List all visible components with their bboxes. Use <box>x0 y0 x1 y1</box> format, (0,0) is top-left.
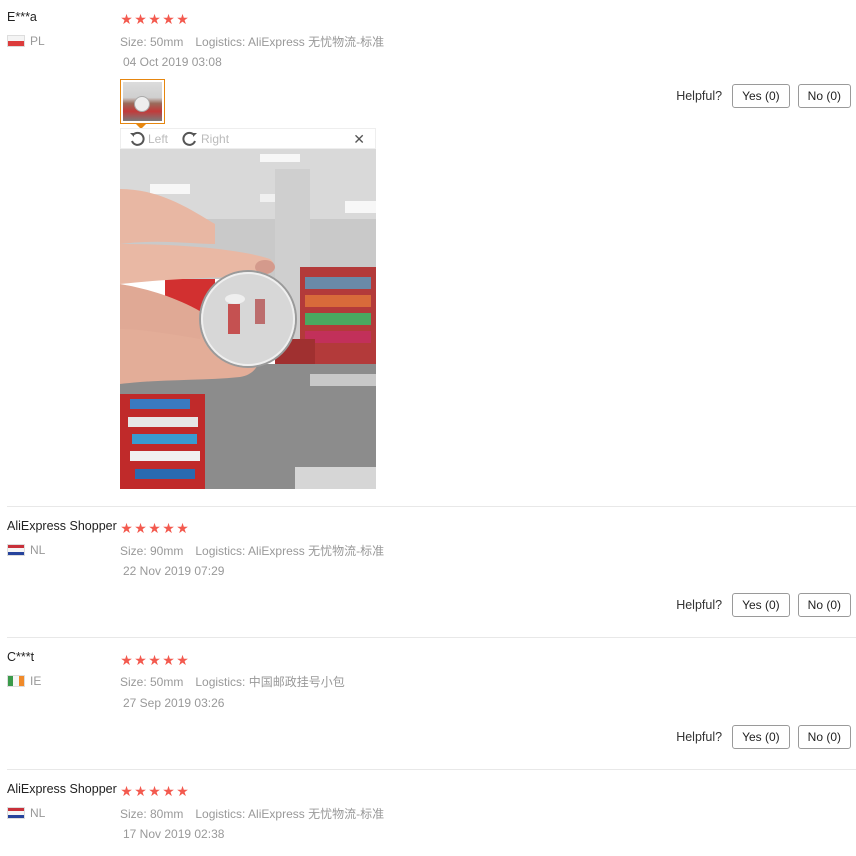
order-logistics: Logistics: AliExpress 无忧物流-标准 <box>195 35 385 49</box>
star-icon: ★ <box>148 520 161 536</box>
rotate-left-button[interactable]: Left <box>129 131 168 147</box>
star-icon: ★ <box>134 11 147 27</box>
star-icon: ★ <box>176 11 189 27</box>
helpful-label: Helpful? <box>676 89 723 103</box>
reviewer-country: IE <box>7 674 41 688</box>
review-photo-thumbnail[interactable] <box>120 79 165 124</box>
order-size: Size: 90mm <box>120 544 184 558</box>
helpful-yes-button[interactable]: Yes (0) <box>732 84 790 108</box>
reviewer-name: C***t <box>7 650 35 664</box>
flag-nl-icon <box>7 807 25 819</box>
reviewer-country: PL <box>7 34 45 48</box>
reviewer-name: AliExpress Shopper <box>7 519 117 533</box>
star-icon: ★ <box>148 783 161 799</box>
helpful-no-button[interactable]: No (0) <box>797 725 851 749</box>
review-date: 22 Nov 2019 07:29 <box>123 564 225 578</box>
star-icon: ★ <box>120 783 133 799</box>
close-icon[interactable]: ✕ <box>353 131 365 148</box>
star-icon: ★ <box>148 652 161 668</box>
rotate-left-label: Left <box>148 131 169 146</box>
rotate-right-label: Right <box>201 131 230 146</box>
helpful-label: Helpful? <box>676 730 723 744</box>
star-icon: ★ <box>120 520 133 536</box>
star-icon: ★ <box>176 783 189 799</box>
helpful-voting: Helpful? Yes (0) No (0) <box>676 593 851 617</box>
star-icon: ★ <box>120 652 133 668</box>
star-icon: ★ <box>162 520 175 536</box>
star-rating: ★ ★ ★ ★ ★ <box>120 784 189 798</box>
helpful-no-button[interactable]: No (0) <box>797 84 851 108</box>
helpful-yes-button[interactable]: Yes (0) <box>732 725 790 749</box>
country-code: IE <box>30 674 42 688</box>
star-rating: ★ ★ ★ ★ ★ <box>120 653 189 667</box>
flag-pl-icon <box>7 35 25 47</box>
country-code: NL <box>30 543 46 557</box>
reviewer-name: AliExpress Shopper <box>7 782 117 796</box>
flag-nl-icon <box>7 544 25 556</box>
reviewer-country: NL <box>7 806 45 820</box>
star-rating: ★ ★ ★ ★ ★ <box>120 12 189 26</box>
review-divider <box>7 769 856 770</box>
star-icon: ★ <box>162 783 175 799</box>
review-divider <box>7 506 856 507</box>
review-photo-large <box>120 149 376 489</box>
rotate-right-button[interactable]: Right <box>182 131 229 147</box>
rotate-left-icon <box>130 131 145 146</box>
review-divider <box>7 637 856 638</box>
country-code: PL <box>30 34 45 48</box>
order-logistics: Logistics: AliExpress 无忧物流-标准 <box>195 544 385 558</box>
star-rating: ★ ★ ★ ★ ★ <box>120 521 189 535</box>
helpful-voting: Helpful? Yes (0) No (0) <box>676 84 851 108</box>
helpful-yes-button[interactable]: Yes (0) <box>732 593 790 617</box>
order-size: Size: 50mm <box>120 675 184 689</box>
star-icon: ★ <box>148 11 161 27</box>
star-icon: ★ <box>134 783 147 799</box>
country-code: NL <box>30 806 46 820</box>
order-logistics: Logistics: AliExpress 无忧物流-标准 <box>195 807 385 821</box>
star-icon: ★ <box>162 11 175 27</box>
order-logistics: Logistics: 中国邮政挂号小包 <box>195 675 345 689</box>
helpful-no-button[interactable]: No (0) <box>797 593 851 617</box>
star-icon: ★ <box>176 520 189 536</box>
order-info: Size: 50mm Logistics: AliExpress 无忧物流-标准 <box>120 33 384 50</box>
star-icon: ★ <box>134 652 147 668</box>
review-date: 17 Nov 2019 02:38 <box>123 827 225 841</box>
helpful-label: Helpful? <box>676 598 723 612</box>
order-size: Size: 50mm <box>120 35 184 49</box>
review-date: 27 Sep 2019 03:26 <box>123 696 225 710</box>
star-icon: ★ <box>120 11 133 27</box>
star-icon: ★ <box>176 652 189 668</box>
flag-ie-icon <box>7 675 25 687</box>
reviewer-country: NL <box>7 543 45 557</box>
photo-viewer-toolbar: Left Right ✕ <box>120 128 376 149</box>
order-size: Size: 80mm <box>120 807 184 821</box>
star-icon: ★ <box>162 652 175 668</box>
order-info: Size: 90mm Logistics: AliExpress 无忧物流-标准 <box>120 542 384 559</box>
helpful-voting: Helpful? Yes (0) No (0) <box>676 725 851 749</box>
order-info: Size: 80mm Logistics: AliExpress 无忧物流-标准 <box>120 805 384 822</box>
star-icon: ★ <box>134 520 147 536</box>
reviewer-name: E***a <box>7 10 37 24</box>
order-info: Size: 50mm Logistics: 中国邮政挂号小包 <box>120 673 345 690</box>
rotate-right-icon <box>182 131 198 146</box>
review-date: 04 Oct 2019 03:08 <box>123 55 222 69</box>
